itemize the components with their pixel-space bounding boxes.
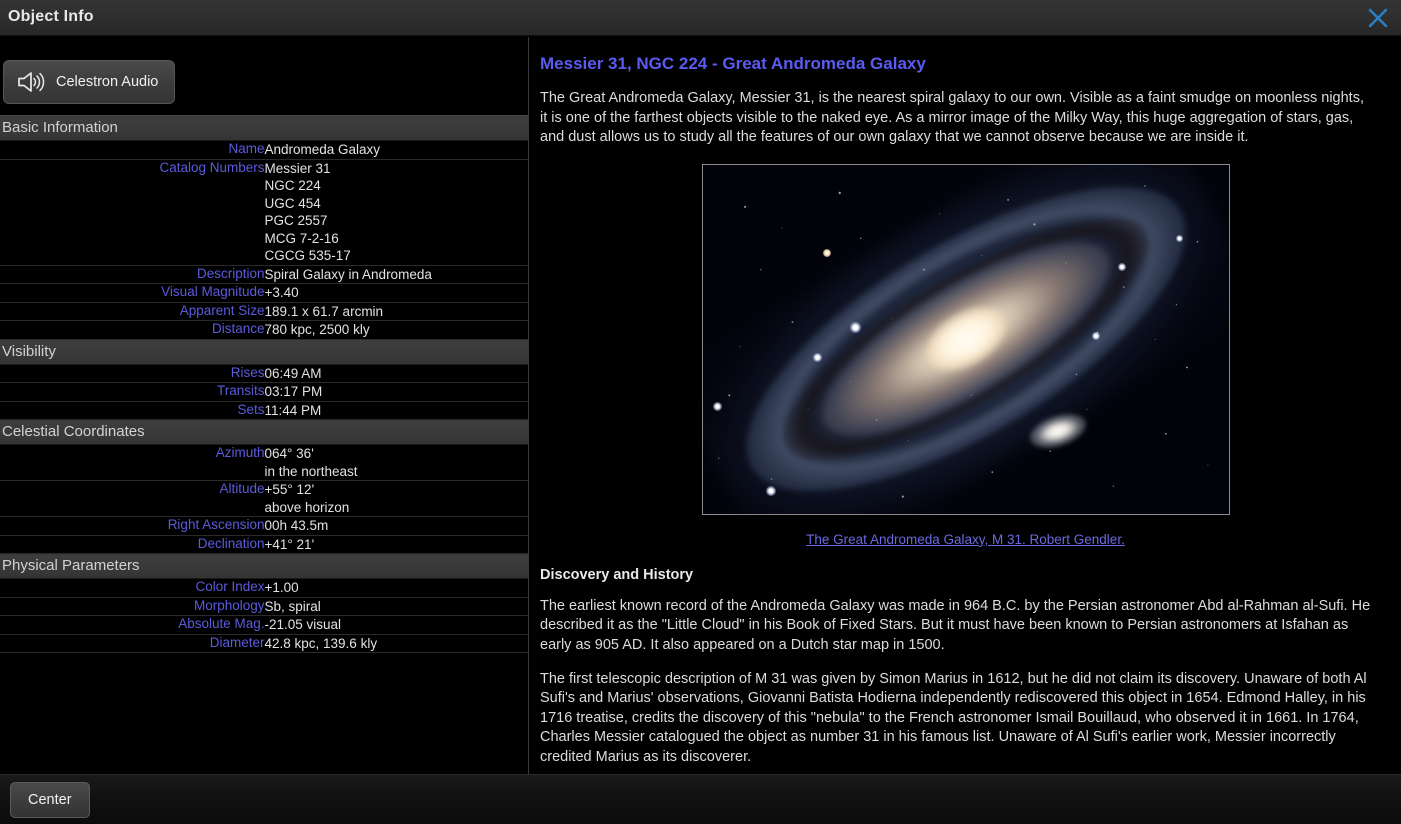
section-header-row: Visibility [0,338,529,365]
row-value: 03:17 PM [264,382,529,402]
table-row[interactable]: Diameter 42.8 kpc, 139.6 kly [0,634,529,653]
row-label: Sets [0,401,265,420]
history-paragraph-2: The first telescopic description of M 31… [540,670,1367,765]
row-label: Catalog Numbers [0,159,265,266]
row-label: Apparent Size [0,302,265,321]
table-row[interactable]: Description Spiral Galaxy in Andromeda [0,265,529,284]
table-row[interactable]: Apparent Size 189.1 x 61.7 arcmin [0,302,529,321]
bright-star [1175,234,1183,242]
row-value: +41° 21' [264,535,529,554]
row-value: 42.8 kpc, 139.6 kly [264,634,529,653]
object-info-window: Object Info Celestron Audio Basic Inform… [0,0,1401,824]
row-value: 780 kpc, 2500 kly [264,320,529,340]
bright-star [1118,262,1127,271]
section-header-row: Physical Parameters [0,553,529,579]
table-row[interactable]: Catalog Numbers Messier 31 NGC 224 UGC 45… [0,159,529,266]
row-value: Spiral Galaxy in Andromeda [264,265,529,284]
section-heading: Basic Information [2,119,118,136]
table-row[interactable]: Right Ascension 00h 43.5m [0,516,529,536]
row-label: Declination [0,535,265,554]
speaker-audio-icon [16,70,46,94]
table-row[interactable]: Altitude +55° 12' above horizon [0,480,529,517]
discovery-subheading: Discovery and History [540,566,694,583]
row-label: Name [0,140,265,160]
table-row[interactable]: Absolute Mag. -21.05 visual [0,615,529,635]
table-row[interactable]: Morphology Sb, spiral [0,597,529,616]
object-details-panel[interactable]: Celestron Audio Basic Information Name And… [0,37,529,774]
table-row[interactable]: Color Index +1.00 [0,578,529,598]
object-description-panel[interactable]: Messier 31, NGC 224 - Great Andromeda Ga… [530,37,1401,774]
table-row[interactable]: Rises 06:49 AM [0,364,529,383]
table-row[interactable]: Distance 780 kpc, 2500 kly [0,320,529,340]
row-value: 064° 36' in the northeast [264,444,529,481]
object-heading: Messier 31, NGC 224 - Great Andromeda Ga… [540,54,926,73]
row-value: 06:49 AM [264,364,529,383]
intro-paragraph: The Great Andromeda Galaxy, Messier 31, … [540,90,1364,146]
celestron-audio-button[interactable]: Celestron Audio [3,60,176,104]
section-heading: Visibility [2,342,56,360]
row-label: Description [0,265,265,284]
figure: The Great Andromeda Galaxy, M 31. Robert… [530,148,1401,549]
table-row[interactable]: Declination +41° 21' [0,535,529,554]
row-label: Rises [0,364,265,383]
bright-star [849,321,861,333]
row-label: Absolute Mag. [0,615,265,635]
row-label: Morphology [0,597,265,616]
row-label: Altitude [0,480,265,517]
page-title: Object Info [8,8,94,25]
row-value: 00h 43.5m [264,516,529,536]
row-label: Azimuth [0,444,265,481]
bright-star [1091,332,1100,341]
row-value: Messier 31 NGC 224 UGC 454 PGC 2557 MCG … [264,159,529,266]
table-row[interactable]: Name Andromeda Galaxy [0,140,529,160]
close-icon[interactable] [1361,2,1395,34]
row-label: Transits [0,382,265,402]
row-value: +1.00 [264,578,529,598]
celestron-audio-label: Celestron Audio [56,74,159,90]
row-label: Distance [0,320,265,340]
center-button[interactable]: Center [10,782,90,818]
figure-caption: The Great Andromeda Galaxy, M 31. Robert… [530,520,1401,549]
audio-area: Celestron Audio [0,37,529,115]
row-value: 11:44 PM [264,401,529,420]
row-value: -21.05 visual [264,615,529,635]
section-header-row: Celestial Coordinates [0,419,529,445]
row-value: Sb, spiral [264,597,529,616]
table-row[interactable]: Sets 11:44 PM [0,401,529,420]
row-label: Diameter [0,634,265,653]
object-info-table: Basic Information Name Andromeda Galaxy Cat… [0,115,529,653]
bottom-toolbar: Center [0,774,1401,824]
table-row[interactable]: Visual Magnitude +3.40 [0,283,529,303]
andromeda-galaxy-image [701,163,1230,515]
row-value: +55° 12' above horizon [264,480,529,517]
section-heading: Celestial Coordinates [2,423,145,440]
panel-divider [528,37,529,774]
window-titlebar: Object Info [0,0,1401,36]
row-value: +3.40 [264,283,529,303]
history-paragraph-1: The earliest known record of the Androme… [540,597,1371,653]
row-value: Andromeda Galaxy [264,140,529,160]
row-label: Visual Magnitude [0,283,265,303]
section-header-row: Basic Information [0,115,529,141]
row-label: Color Index [0,578,265,598]
figure-caption-link[interactable]: The Great Andromeda Galaxy, M 31. Robert… [806,532,1125,547]
table-row[interactable]: Azimuth 064° 36' in the northeast [0,444,529,481]
bright-star [765,485,776,496]
row-value: 189.1 x 61.7 arcmin [264,302,529,321]
section-heading: Physical Parameters [2,557,140,574]
row-label: Right Ascension [0,516,265,536]
table-row[interactable]: Transits 03:17 PM [0,382,529,402]
